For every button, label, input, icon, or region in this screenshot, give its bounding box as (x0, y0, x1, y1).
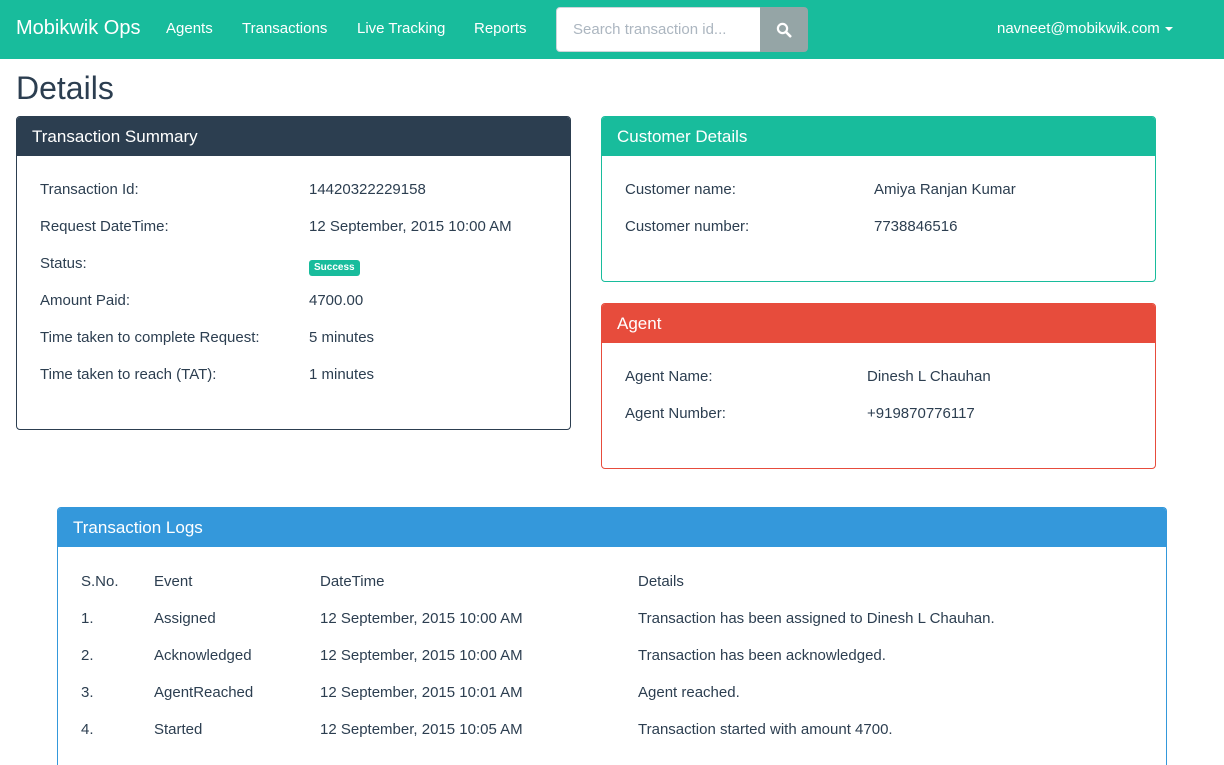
column-header-event: Event (154, 573, 193, 590)
table-cell: AgentReached (154, 684, 254, 701)
table-cell: 4. (81, 721, 94, 738)
customer-value: Amiya Ranjan Kumar (874, 181, 1016, 198)
table-cell: Acknowledged (154, 647, 252, 664)
agent-value: +919870776117 (867, 405, 975, 422)
transaction-logs-heading: Transaction Logs (58, 508, 1166, 547)
summary-label: Time taken to complete Request: (40, 329, 260, 346)
table-cell: 12 September, 2015 10:00 AM (320, 610, 523, 627)
page-title: Details (16, 70, 114, 106)
table-cell: Transaction has been assigned to Dinesh … (638, 610, 995, 627)
caret-down-icon (1164, 26, 1173, 31)
table-cell: 12 September, 2015 10:01 AM (320, 684, 523, 701)
table-cell: Agent reached. (638, 684, 740, 701)
agent-value: Dinesh L Chauhan (867, 368, 991, 385)
agent-label: Agent Number: (625, 405, 726, 422)
agent-panel: Agent Agent Name: Dinesh L Chauhan Agent… (601, 303, 1156, 469)
nav-link-agents[interactable]: Agents (166, 20, 213, 37)
table-cell: Transaction started with amount 4700. (638, 721, 893, 738)
summary-value: 12 September, 2015 10:00 AM (309, 218, 512, 235)
search-icon (776, 22, 792, 37)
summary-value: 5 minutes (309, 329, 375, 346)
table-cell: 3. (81, 684, 94, 701)
column-header-sno: S.No. (81, 573, 119, 590)
column-header-details: Details (638, 573, 684, 590)
summary-value: 14420322229158 (309, 181, 426, 198)
column-header-datetime: DateTime (320, 573, 385, 590)
table-cell: Started (154, 721, 203, 738)
brand-link[interactable]: Mobikwik Ops (16, 17, 140, 40)
summary-value: 1 minutes (309, 366, 375, 383)
agent-label: Agent Name: (625, 368, 713, 385)
agent-heading: Agent (602, 304, 1155, 343)
table-cell: Assigned (154, 610, 216, 627)
search-input[interactable] (557, 8, 760, 51)
transaction-summary-heading: Transaction Summary (17, 117, 570, 156)
summary-value-status: Success (309, 257, 360, 276)
customer-label: Customer name: (625, 181, 736, 198)
nav-link-live-tracking[interactable]: Live Tracking (357, 20, 445, 37)
customer-details-heading: Customer Details (602, 117, 1155, 156)
nav-link-transactions[interactable]: Transactions (242, 20, 327, 37)
customer-details-panel: Customer Details Customer name: Amiya Ra… (601, 116, 1156, 282)
search-box (556, 7, 761, 52)
summary-label: Transaction Id: (40, 181, 139, 198)
summary-label: Status: (40, 255, 87, 272)
top-navbar: Mobikwik Ops Agents Transactions Live Tr… (0, 0, 1224, 59)
table-cell: 12 September, 2015 10:00 AM (320, 647, 523, 664)
transaction-summary-panel: Transaction Summary Transaction Id: 1442… (16, 116, 571, 430)
user-menu-dropdown[interactable]: navneet@mobikwik.com (997, 20, 1173, 37)
transaction-logs-panel: Transaction Logs S.No. Event DateTime De… (57, 507, 1167, 765)
table-cell: 2. (81, 647, 94, 664)
table-cell: Transaction has been acknowledged. (638, 647, 886, 664)
table-cell: 1. (81, 610, 94, 627)
customer-value: 7738846516 (874, 218, 958, 235)
summary-label: Time taken to reach (TAT): (40, 366, 217, 383)
summary-value: 4700.00 (309, 292, 364, 309)
table-cell: 12 September, 2015 10:05 AM (320, 721, 523, 738)
summary-label: Amount Paid: (40, 292, 131, 309)
summary-label: Request DateTime: (40, 218, 169, 235)
search-button[interactable] (760, 7, 808, 52)
status-badge: Success (309, 260, 360, 276)
nav-link-reports[interactable]: Reports (474, 20, 527, 37)
customer-label: Customer number: (625, 218, 750, 235)
user-email: navneet@mobikwik.com (997, 20, 1160, 37)
